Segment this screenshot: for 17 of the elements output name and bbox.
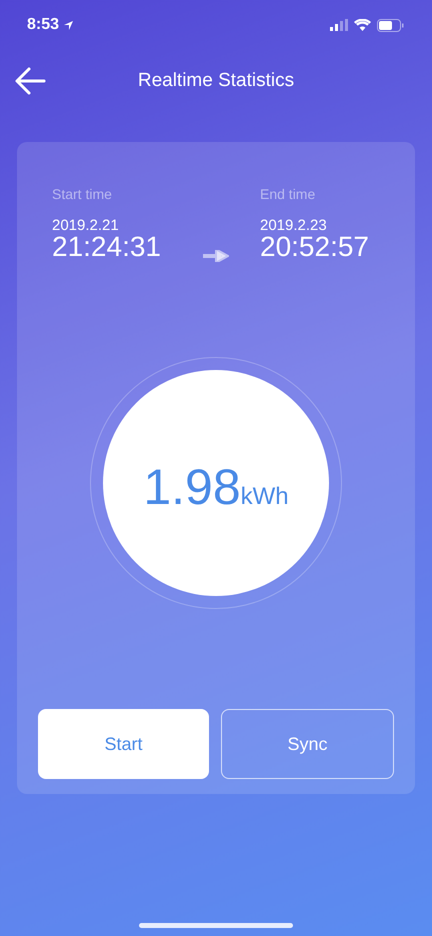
wifi-icon [354, 19, 371, 31]
start-time-time: 21:24:31 [52, 233, 162, 261]
end-time-label: End time [260, 186, 316, 202]
energy-value: 1.98 [143, 458, 241, 516]
end-time-date: 2019.2.23 [260, 218, 328, 233]
energy-unit: kWh [240, 483, 289, 511]
battery-icon [377, 18, 404, 32]
screen-title: Realtime Statistics [138, 70, 294, 92]
start-time-date: 2019.2.21 [52, 218, 120, 233]
arrow-right-icon [203, 250, 229, 262]
location-arrow-icon [63, 20, 74, 30]
clock-time: 8:53 [27, 16, 60, 34]
start-time-label: Start time [52, 186, 113, 202]
signal-icon [330, 19, 348, 31]
start-button[interactable]: Start [38, 709, 209, 779]
end-time-time: 20:52:57 [260, 233, 370, 261]
sync-button[interactable]: Sync [221, 709, 394, 779]
